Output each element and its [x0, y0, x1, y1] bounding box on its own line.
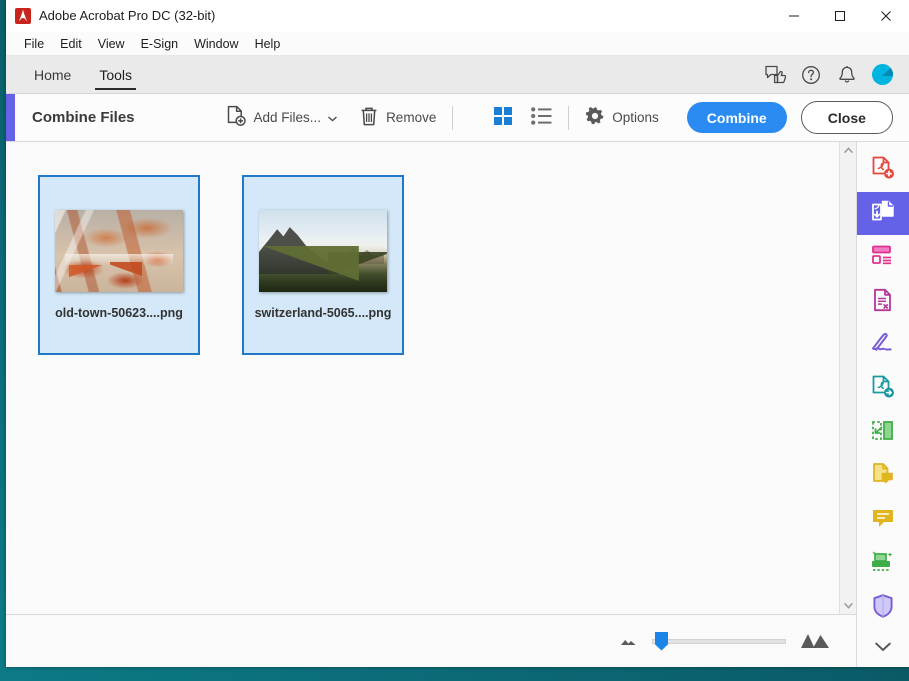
rail-item-export-pdf[interactable]	[857, 279, 909, 323]
tabs-bar: Home Tools	[6, 56, 909, 94]
body-region: old-town-50623....png switzerland-5065..…	[6, 142, 909, 667]
options-button[interactable]: Options	[585, 106, 659, 129]
remove-button[interactable]: Remove	[359, 106, 436, 130]
menu-window[interactable]: Window	[186, 35, 246, 53]
add-comment-icon	[870, 505, 896, 534]
chevron-down-icon[interactable]	[328, 110, 338, 125]
add-files-button[interactable]: Add Files...	[225, 105, 338, 130]
minimize-button[interactable]	[771, 0, 817, 31]
remove-label: Remove	[386, 110, 437, 125]
file-card-switzerland[interactable]: switzerland-5065....png	[242, 175, 404, 355]
menu-file[interactable]: File	[16, 35, 52, 53]
vertical-scrollbar[interactable]	[839, 142, 856, 614]
fill-and-sign-icon	[869, 330, 897, 359]
rail-item-fill-and-sign[interactable]	[857, 323, 909, 367]
window-controls	[771, 0, 909, 31]
comment-document-icon	[870, 461, 896, 490]
rail-item-combine-files[interactable]	[857, 191, 909, 236]
grid-view-icon[interactable]	[493, 106, 513, 129]
distant-peaks	[333, 247, 385, 265]
toolbar-divider-2	[568, 105, 570, 130]
menu-help[interactable]: Help	[247, 35, 289, 53]
rail-item-scan-and-ocr[interactable]	[857, 541, 909, 585]
rail-item-create-pdf[interactable]	[857, 148, 909, 192]
gear-icon	[585, 106, 605, 129]
help-icon[interactable]	[800, 64, 822, 86]
create-pdf-icon	[870, 155, 896, 184]
toolbar-accent-bar	[6, 94, 15, 141]
export-pdf-icon	[870, 287, 896, 316]
small-thumbnail-icon[interactable]	[619, 634, 638, 649]
content-area: old-town-50623....png switzerland-5065..…	[6, 142, 856, 667]
scrollbar-track[interactable]	[840, 159, 856, 597]
file-thumbnail	[55, 210, 183, 292]
combine-files-toolbar: Combine Files Add Files... Remove Option…	[6, 94, 909, 142]
toolbar-file-actions: Add Files... Remove	[225, 105, 436, 130]
file-list-area: old-town-50623....png switzerland-5065..…	[6, 142, 856, 614]
organize-pages-icon	[870, 243, 896, 272]
list-view-icon[interactable]	[531, 107, 552, 128]
combine-files-icon	[870, 199, 896, 228]
combine-button[interactable]: Combine	[686, 102, 787, 133]
page-title: Combine Files	[32, 109, 135, 126]
rail-item-send-for-signature[interactable]	[857, 367, 909, 411]
trash-icon	[359, 106, 379, 130]
file-name: old-town-50623....png	[55, 306, 183, 320]
thumbnail-size-slider[interactable]	[652, 631, 786, 651]
rail-item-add-comment[interactable]	[857, 498, 909, 542]
scroll-up-icon[interactable]	[840, 142, 856, 159]
scroll-down-icon[interactable]	[840, 597, 856, 614]
file-name: switzerland-5065....png	[254, 306, 392, 320]
menu-edit[interactable]: Edit	[52, 35, 90, 53]
rail-item-compare-files[interactable]	[857, 410, 909, 454]
chevron-down-icon	[875, 640, 891, 655]
slider-handle[interactable]	[655, 631, 668, 651]
tab-list: Home Tools	[6, 56, 146, 93]
add-file-icon	[225, 105, 247, 130]
bell-icon[interactable]	[836, 64, 858, 86]
title-bar: Adobe Acrobat Pro DC (32-bit)	[6, 0, 909, 32]
menu-esign[interactable]: E-Sign	[133, 35, 187, 53]
tabs-bar-actions	[764, 56, 909, 93]
view-toggle-group	[493, 106, 552, 129]
file-thumbnail	[259, 210, 387, 292]
application-window: Adobe Acrobat Pro DC (32-bit) File Edit …	[6, 0, 909, 667]
rail-item-protect[interactable]	[857, 585, 909, 629]
menu-view[interactable]: View	[90, 35, 133, 53]
old-town-image	[55, 210, 183, 292]
tab-tools[interactable]: Tools	[85, 56, 146, 93]
rail-item-comment-document[interactable]	[857, 454, 909, 498]
avatar[interactable]	[872, 64, 893, 85]
tools-rail	[856, 142, 909, 667]
acrobat-icon	[15, 7, 31, 24]
menu-bar: File Edit View E-Sign Window Help	[6, 32, 909, 56]
rail-item-organize-pages[interactable]	[857, 235, 909, 279]
file-card-old-town[interactable]: old-town-50623....png	[38, 175, 200, 355]
feedback-icon[interactable]	[764, 64, 786, 86]
tab-home[interactable]: Home	[20, 56, 85, 93]
toolbar-divider-1	[452, 105, 454, 130]
maximize-button[interactable]	[817, 0, 863, 31]
compare-files-icon	[870, 418, 896, 447]
switzerland-image	[259, 210, 387, 292]
scan-and-ocr-icon	[869, 549, 897, 578]
large-thumbnail-icon[interactable]	[800, 631, 830, 652]
slider-track[interactable]	[652, 638, 786, 644]
options-label: Options	[612, 110, 659, 125]
thumbnail-size-bar	[6, 614, 856, 667]
send-for-signature-icon	[870, 374, 896, 403]
add-files-label: Add Files...	[253, 110, 322, 125]
file-grid: old-town-50623....png switzerland-5065..…	[6, 142, 839, 614]
close-panel-button[interactable]: Close	[800, 101, 893, 134]
shield-icon	[871, 593, 895, 622]
rail-more-tools-button[interactable]	[857, 629, 909, 667]
window-title: Adobe Acrobat Pro DC (32-bit)	[39, 8, 216, 23]
close-button[interactable]	[863, 0, 909, 31]
